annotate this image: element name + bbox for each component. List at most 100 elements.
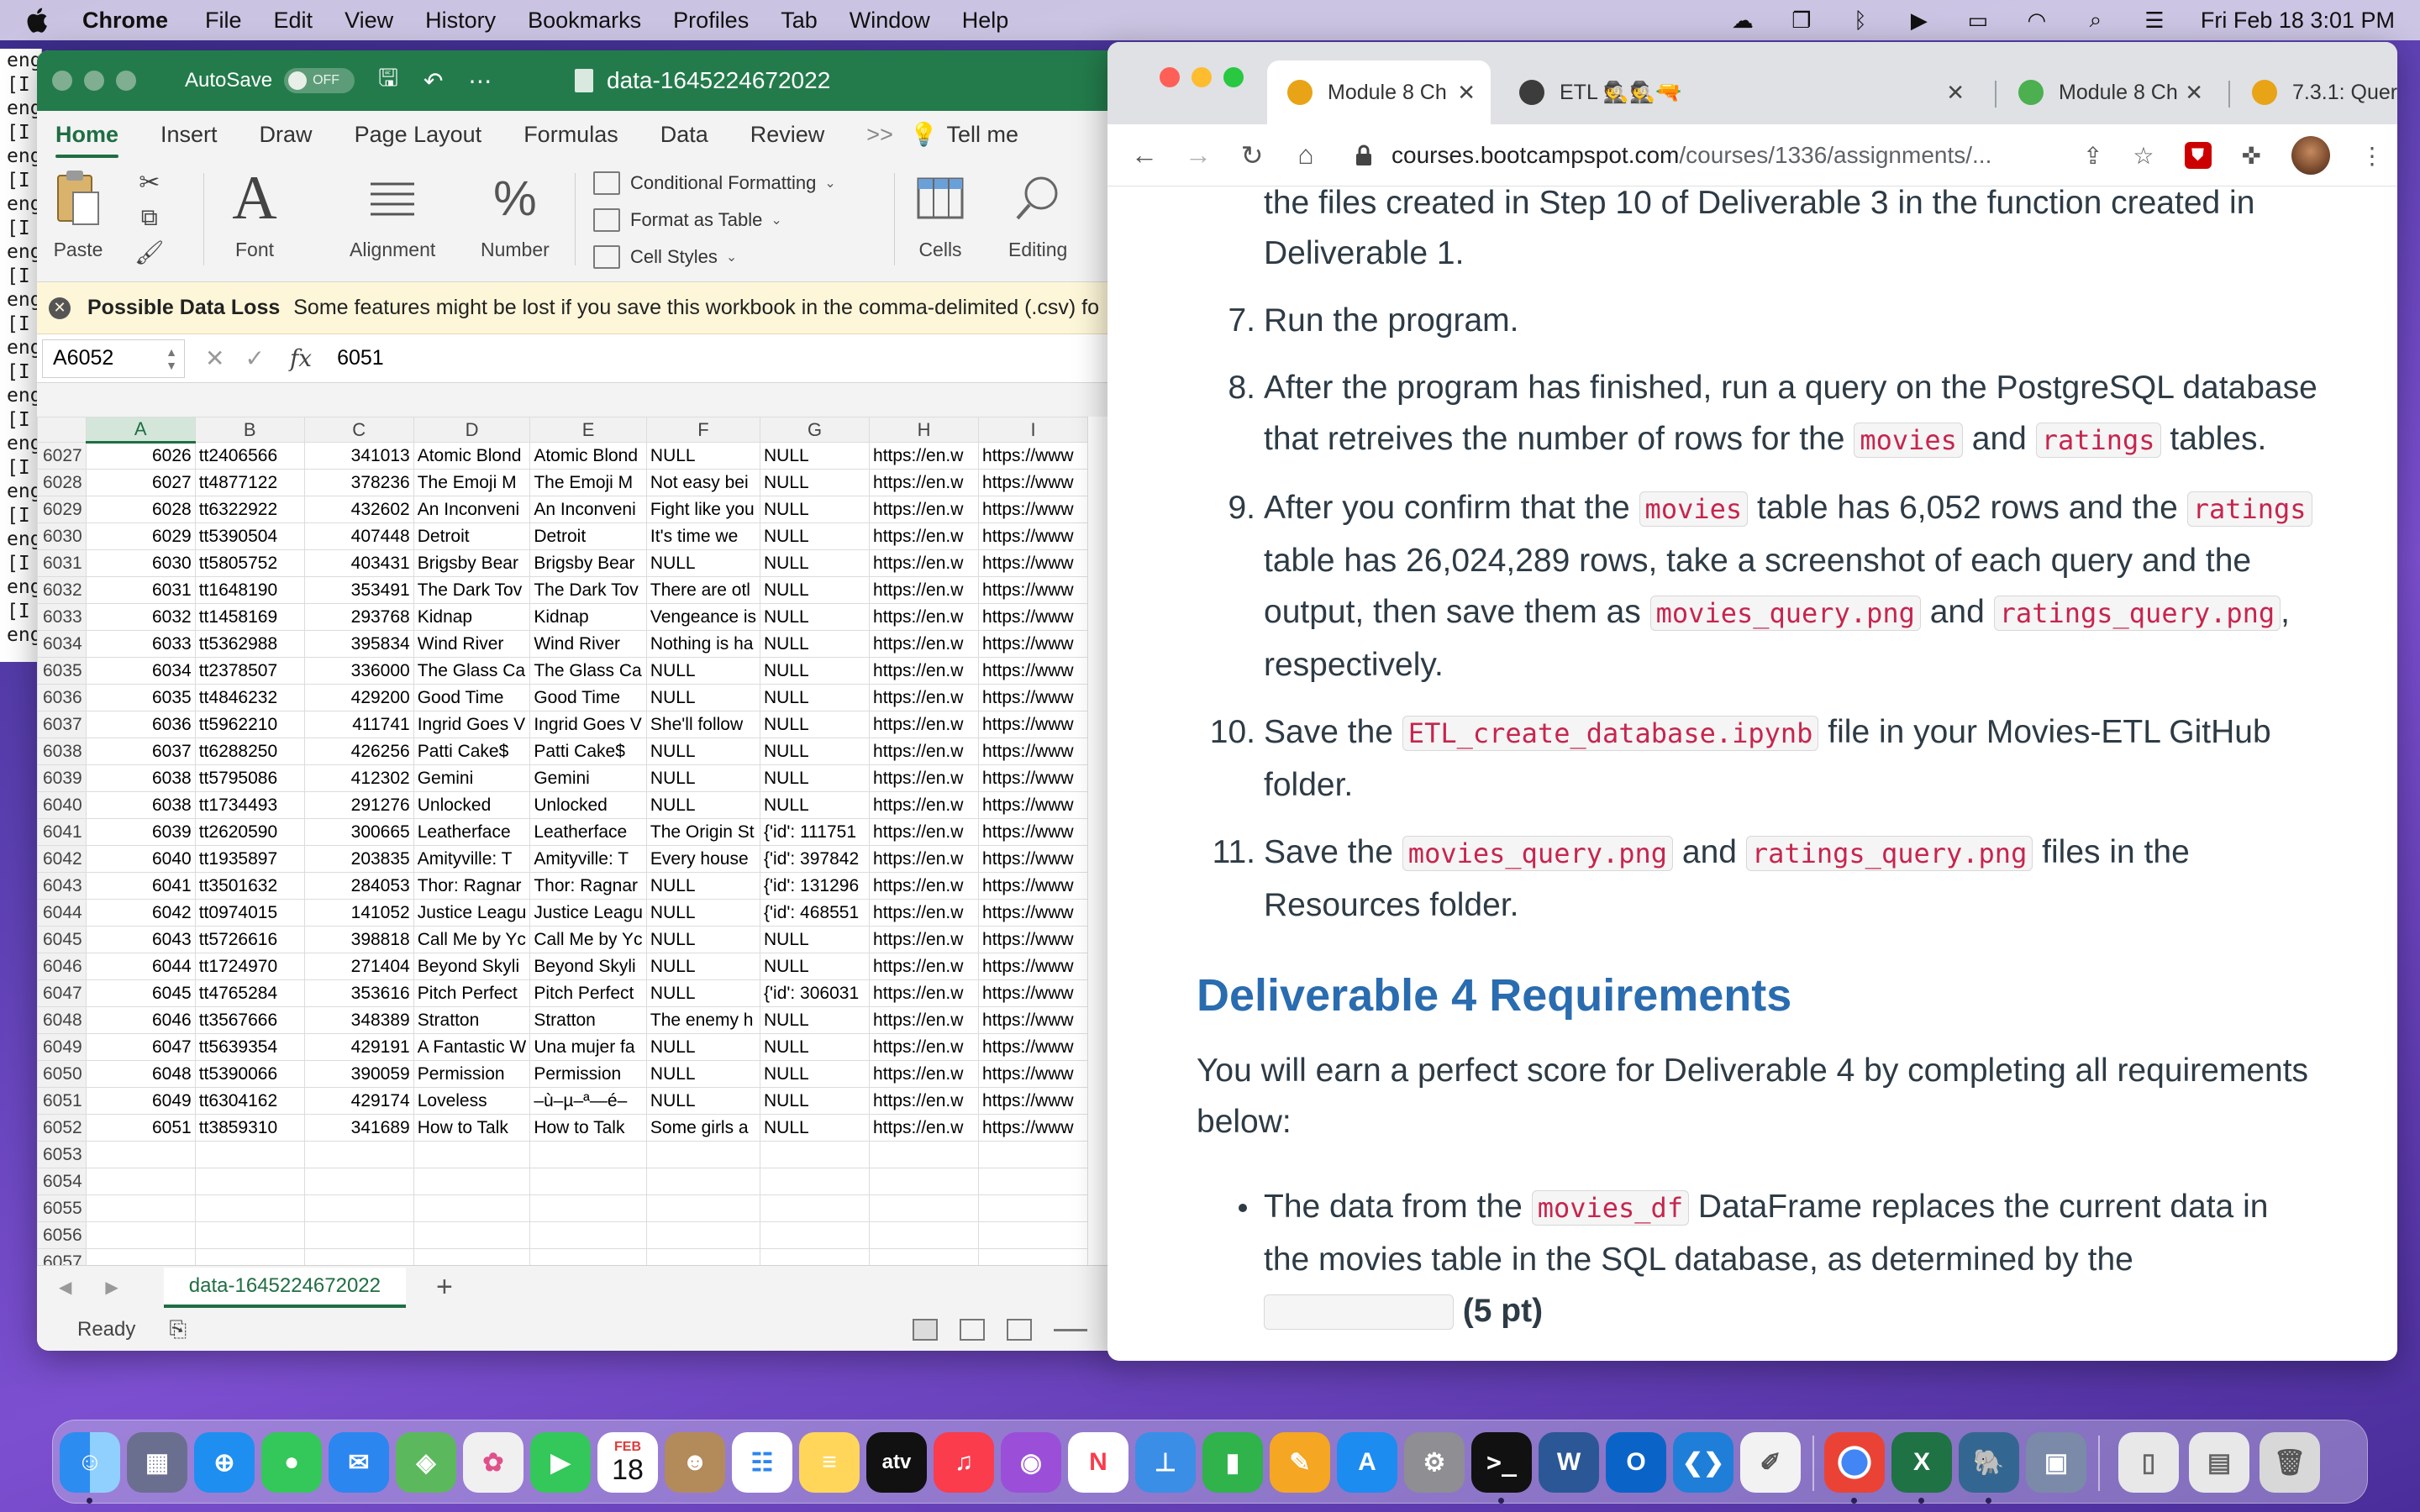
cell[interactable]: 6049 xyxy=(85,1087,196,1115)
column-header-e[interactable]: E xyxy=(529,417,647,443)
cell[interactable]: 6051 xyxy=(85,1114,196,1142)
spreadsheet-grid[interactable]: A B C D E F G H I 6027 6026 tt2406566 34101… xyxy=(37,417,1121,1315)
cell[interactable]: https://en.w xyxy=(869,818,980,846)
cell[interactable]: https://www xyxy=(978,1087,1089,1115)
cell[interactable]: https://en.w xyxy=(869,1060,980,1088)
cell[interactable]: tt0974015 xyxy=(194,899,305,927)
cell[interactable]: 6033 xyxy=(85,630,196,658)
cell[interactable] xyxy=(303,1168,414,1195)
cell[interactable]: https://en.w xyxy=(869,522,980,550)
cell[interactable]: The Origin St xyxy=(645,818,761,846)
cell[interactable]: https://en.w xyxy=(869,1114,980,1142)
cell[interactable]: Amityville: T xyxy=(413,845,531,873)
podcasts-icon[interactable]: ◉ xyxy=(1001,1432,1061,1493)
cell[interactable]: 6029 xyxy=(85,522,196,550)
downloads-stack-icon[interactable]: ▤ xyxy=(2189,1432,2249,1493)
cell[interactable]: 426256 xyxy=(303,738,414,765)
cell[interactable]: https://www xyxy=(978,899,1089,927)
cell[interactable]: 398818 xyxy=(303,926,414,953)
cell[interactable]: NULL xyxy=(645,738,761,765)
insert-function-icon[interactable]: fx xyxy=(290,344,312,372)
cell[interactable]: 353616 xyxy=(303,979,414,1007)
cell[interactable]: https://www xyxy=(978,496,1089,523)
page-layout-view-icon[interactable] xyxy=(960,1319,985,1341)
cell[interactable]: https://www xyxy=(978,1033,1089,1061)
cell[interactable] xyxy=(303,1141,414,1168)
row-header[interactable]: 6030 xyxy=(37,522,87,550)
column-header-i[interactable]: I xyxy=(978,417,1089,443)
cell[interactable]: Not easy bei xyxy=(645,469,761,496)
cell[interactable]: 390059 xyxy=(303,1060,414,1088)
autosave-toggle[interactable]: OFF xyxy=(284,68,355,93)
notes-icon[interactable]: ≡ xyxy=(799,1432,860,1493)
cell[interactable]: https://www xyxy=(978,1006,1089,1034)
cell[interactable]: 6038 xyxy=(85,764,196,792)
cell[interactable]: https://www xyxy=(978,926,1089,953)
cell[interactable]: 353491 xyxy=(303,576,414,604)
cell[interactable] xyxy=(645,1141,761,1168)
cell[interactable]: The Glass Ca xyxy=(413,657,531,685)
cell[interactable]: https://en.w xyxy=(869,738,980,765)
row-header[interactable]: 6033 xyxy=(37,603,87,631)
cell[interactable]: Thor: Ragnar xyxy=(413,872,531,900)
cell[interactable]: tt5390504 xyxy=(194,522,305,550)
tab-home[interactable]: Home xyxy=(55,122,119,158)
page-break-view-icon[interactable] xyxy=(1007,1319,1032,1341)
cell[interactable] xyxy=(413,1141,531,1168)
cell[interactable]: tt6304162 xyxy=(194,1087,305,1115)
cell[interactable]: tt5795086 xyxy=(194,764,305,792)
cell[interactable]: 336000 xyxy=(303,657,414,685)
cell[interactable]: Stratton xyxy=(413,1006,531,1034)
conditional-formatting-button[interactable]: Conditional Formatting ⌄ xyxy=(593,165,836,202)
row-header[interactable]: 6041 xyxy=(37,818,87,846)
cell[interactable]: Wind River xyxy=(529,630,647,658)
cell[interactable]: tt3501632 xyxy=(194,872,305,900)
row-header[interactable]: 6048 xyxy=(37,1006,87,1034)
python-document-icon[interactable]: ▯ xyxy=(2118,1432,2179,1493)
cell[interactable]: NULL xyxy=(645,791,761,819)
cell[interactable]: Patti Cake$ xyxy=(413,738,531,765)
contacts-icon[interactable]: ☻ xyxy=(665,1432,725,1493)
cell[interactable]: 6037 xyxy=(85,738,196,765)
cell[interactable]: https://www xyxy=(978,469,1089,496)
save-icon[interactable]: 🖫 xyxy=(378,60,398,101)
number-group[interactable]: % Number xyxy=(481,165,550,261)
cell[interactable] xyxy=(85,1194,196,1222)
cell[interactable]: Unlocked xyxy=(413,791,531,819)
zoom-slider[interactable] xyxy=(1054,1328,1087,1331)
cell[interactable]: tt1734493 xyxy=(194,791,305,819)
cell[interactable]: Patti Cake$ xyxy=(529,738,647,765)
row-header[interactable]: 6035 xyxy=(37,657,87,685)
cell[interactable]: {'id': 468551 xyxy=(760,899,871,927)
row-header[interactable]: 6034 xyxy=(37,630,87,658)
cell[interactable]: Brigsby Bear xyxy=(529,549,647,577)
formula-input[interactable]: 6051 xyxy=(337,346,384,370)
cell[interactable] xyxy=(978,1194,1089,1222)
cell[interactable]: {'id': 111751 xyxy=(760,818,871,846)
reload-icon[interactable]: ↻ xyxy=(1235,139,1269,171)
add-sheet-button[interactable]: + xyxy=(436,1271,453,1304)
cell[interactable]: 429200 xyxy=(303,684,414,711)
cell[interactable]: NULL xyxy=(645,657,761,685)
cell[interactable]: tt5390066 xyxy=(194,1060,305,1088)
prev-sheet-icon[interactable]: ◀ xyxy=(59,1277,71,1298)
cell[interactable]: 6043 xyxy=(85,926,196,953)
browser-tab[interactable]: Module 8 Ch ✕ xyxy=(1267,60,1491,124)
row-header[interactable]: 6053 xyxy=(37,1141,87,1168)
cell[interactable]: https://en.w xyxy=(869,764,980,792)
row-header[interactable]: 6029 xyxy=(37,496,87,523)
cell[interactable]: https://en.w xyxy=(869,791,980,819)
accessibility-icon[interactable]: ⎘ xyxy=(169,1316,187,1343)
cell[interactable]: https://www xyxy=(978,576,1089,604)
system-preferences-icon[interactable]: ⚙ xyxy=(1404,1432,1465,1493)
cell[interactable]: https://www xyxy=(978,522,1089,550)
cell[interactable]: NULL xyxy=(645,899,761,927)
cell[interactable]: tt5362988 xyxy=(194,630,305,658)
cell[interactable]: https://www xyxy=(978,791,1089,819)
zoom-button[interactable] xyxy=(116,71,136,91)
cell[interactable]: NULL xyxy=(760,953,871,980)
row-header[interactable]: 6043 xyxy=(37,872,87,900)
cell[interactable]: Beyond Skyli xyxy=(413,953,531,980)
cell[interactable]: 6035 xyxy=(85,684,196,711)
row-header[interactable]: 6056 xyxy=(37,1221,87,1249)
